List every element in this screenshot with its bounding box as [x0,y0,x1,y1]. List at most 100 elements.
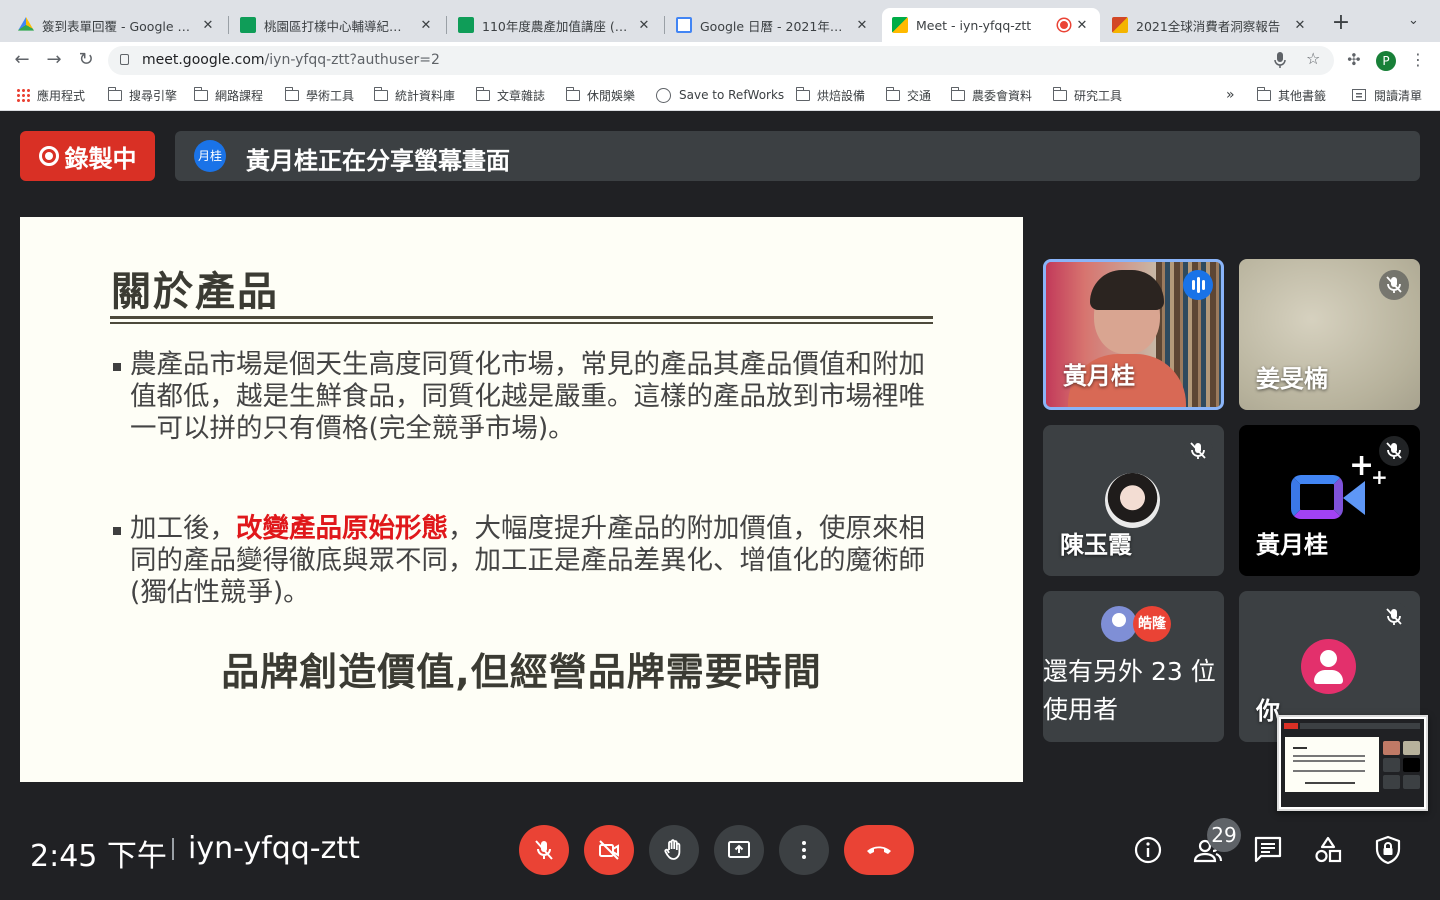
participant-tile[interactable]: 姜旻楠 [1239,259,1420,410]
report-icon [1112,17,1128,33]
bookmark-folder[interactable]: 統計資料庫 [373,86,455,104]
meeting-details-button[interactable] [1133,835,1163,865]
raise-hand-button[interactable] [649,825,699,875]
folder-icon [950,86,965,101]
close-icon[interactable]: ✕ [636,18,652,33]
bookmark-folder[interactable]: 休閒娛樂 [565,86,635,104]
person-avatar-icon [1301,639,1356,694]
slide-bullet-2: 加工後，改變產品原始形態，大幅度提升產品的附加價值，使原來相同的產品變得徹底與眾… [130,513,930,609]
preview-line [1293,760,1365,762]
back-arrow-icon[interactable]: ← [12,50,32,70]
bookmark-folder[interactable]: 搜尋引擎 [107,86,177,104]
tab-separator [446,16,447,34]
bookmark-label: 交通 [907,88,932,103]
bookmark-label: 學術工具 [306,88,355,103]
url-text[interactable]: meet.google.com/iyn-yfqq-ztt?authuser=2 [142,52,440,68]
present-icon [728,841,750,858]
mic-toggle-button[interactable] [519,825,569,875]
chat-icon [1254,836,1282,863]
star-icon[interactable]: ☆ [1306,49,1320,68]
new-tab-button[interactable]: + [1330,12,1352,35]
tab-title: 110年度農產加值講座 (回覆) [482,18,632,34]
participant-name: 黃月桂 [1256,531,1328,559]
close-icon[interactable]: ✕ [1074,18,1090,33]
browser-chrome: 簽到表單回覆 - Google 雲端 ✕ 桃園區打樣中心輔導紀錄.xlsx ✕ … [0,0,1440,111]
hangup-phone-icon [867,846,891,854]
recording-indicator[interactable]: 錄製中 [20,131,155,181]
bookmark-folder[interactable]: 學術工具 [284,86,355,104]
activities-button[interactable] [1313,835,1343,865]
globe-icon [656,87,671,103]
more-options-button[interactable] [779,825,829,875]
lock-icon [120,54,129,65]
preview-line [1293,770,1365,772]
forward-arrow-icon[interactable]: → [44,50,64,70]
participant-avatar [1105,473,1160,528]
menu-dots-icon[interactable]: ⋮ [1408,50,1428,70]
bookmark-folder[interactable]: 烘焙設備 [795,86,865,104]
close-icon[interactable]: ✕ [418,18,434,33]
bookmark-folder[interactable]: 研究工具 [1052,86,1123,104]
extensions-icon[interactable]: ✣ [1344,50,1364,70]
bookmark-label: 研究工具 [1074,88,1123,103]
camera-toggle-button[interactable] [584,825,634,875]
bookmark-folder[interactable]: 網路課程 [193,86,264,104]
preview-tile [1383,741,1400,755]
tab-lecture-responses[interactable]: 110年度農產加值講座 (回覆) ✕ [448,8,662,42]
tab-sign-in-form[interactable]: 簽到表單回覆 - Google 雲端 ✕ [8,8,226,42]
reading-list[interactable]: 閱讀清單 [1352,86,1422,104]
close-icon[interactable]: ✕ [200,18,216,33]
folder-icon [475,86,490,101]
more-participants-tile[interactable]: 皓隆 還有另外 23 位使用者 [1043,591,1224,742]
participant-avatar: 皓隆 [1133,606,1171,642]
chat-button[interactable] [1253,835,1283,865]
microphone-icon[interactable] [1274,52,1286,72]
tab-consumer-report[interactable]: 2021全球消費者洞察報告 ✕ [1102,8,1318,42]
url-path: /iyn-yfqq-ztt?authuser=2 [264,52,440,68]
preview-tile [1403,775,1420,789]
profile-avatar[interactable]: P [1376,51,1396,71]
self-preview-thumbnail[interactable] [1277,715,1428,811]
address-bar[interactable]: meet.google.com/iyn-yfqq-ztt?authuser=2 … [108,46,1334,75]
bookmark-folder[interactable]: 文章雜誌 [475,86,545,104]
bookmarks-overflow-button[interactable]: » [1226,86,1235,104]
folder-icon [885,86,900,101]
bookmarks-bar: 應用程式 搜尋引擎 網路課程 學術工具 統計資料庫 文章雜誌 休閒娛樂 Save… [0,78,1440,111]
other-bookmarks[interactable]: 其他書籤 [1256,86,1327,104]
tab-title: 2021全球消費者洞察報告 [1136,18,1281,34]
bookmark-label: 其他書籤 [1278,88,1327,103]
bookmark-label: 閱讀清單 [1374,88,1423,103]
leave-call-button[interactable] [844,825,914,875]
bookmark-folder[interactable]: 農委會資料 [950,86,1032,104]
participant-tile[interactable]: + + 黃月桂 [1239,425,1420,576]
close-icon[interactable]: ✕ [854,18,870,33]
sharing-status-text: 黃月桂正在分享螢幕畫面 [246,147,510,175]
folder-icon [193,86,208,101]
present-screen-button[interactable] [714,825,764,875]
bullet-marker [113,363,121,371]
others-count-text: 還有另外 23 位使用者 [1043,657,1216,724]
bookmark-apps[interactable]: 應用程式 [16,86,85,104]
meeting-code: iyn-yfqq-ztt [188,831,360,866]
bookmark-refworks[interactable]: Save to RefWorks [656,86,784,104]
participant-tile[interactable]: 黃月桂 [1043,259,1224,410]
bookmark-folder[interactable]: 交通 [885,86,932,104]
preview-banner [1300,723,1420,729]
tab-meet[interactable]: Meet - iyn-yfqq-ztt ✕ [882,8,1100,42]
camera-off-icon [599,840,619,860]
bookmark-label: 網路課程 [215,88,264,103]
tab-google-calendar[interactable]: Google 日曆 - 2021年10月 ✕ [666,8,880,42]
tab-consult-records[interactable]: 桃園區打樣中心輔導紀錄.xlsx ✕ [230,8,444,42]
slide-bullet-1: 農產品市場是個天生高度同質化市場，常見的產品其產品價值和附加值都低，越是生鮮食品… [130,349,925,444]
close-icon[interactable]: ✕ [1292,18,1308,33]
host-controls-button[interactable] [1373,835,1403,865]
presentation-banner: 月桂 黃月桂正在分享螢幕畫面 [175,131,1420,181]
participant-name: 姜旻楠 [1256,365,1328,393]
tab-title: Google 日曆 - 2021年10月 [700,18,850,34]
meet-logo-icon [1343,481,1365,515]
chevron-down-icon[interactable]: ⌄ [1408,13,1428,35]
participant-tile[interactable]: 陳玉霞 [1043,425,1224,576]
meet-logo-icon [1291,475,1343,519]
record-icon [38,146,59,166]
reload-icon[interactable]: ↻ [76,50,96,70]
